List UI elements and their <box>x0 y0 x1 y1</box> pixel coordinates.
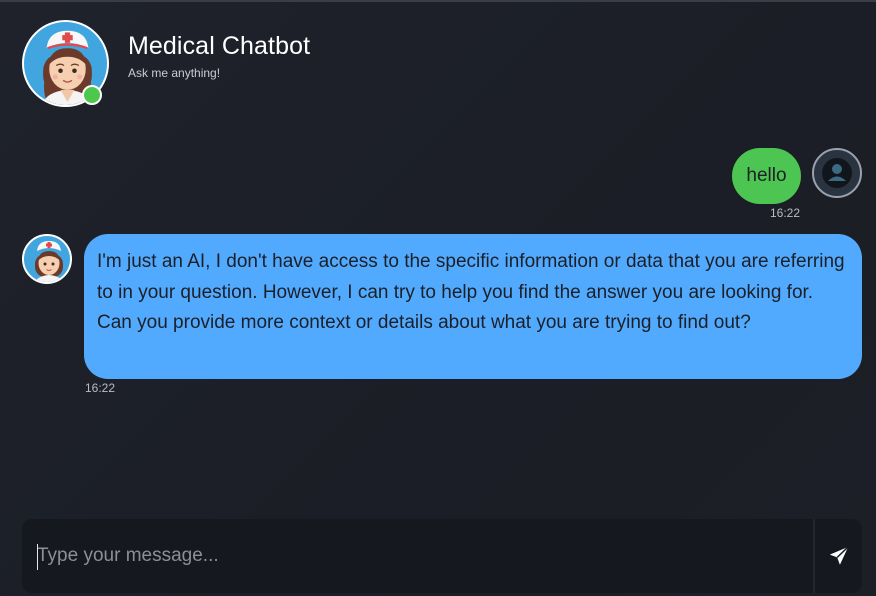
user-message-time: 16:22 <box>770 206 801 220</box>
online-status-indicator <box>82 85 102 105</box>
text-caret <box>37 544 38 570</box>
send-button[interactable] <box>815 519 862 593</box>
user-avatar-icon <box>822 158 852 188</box>
nurse-avatar-icon <box>35 241 63 282</box>
user-message-bubble: hello <box>732 148 801 204</box>
message-input[interactable] <box>22 519 813 593</box>
paper-plane-icon <box>829 546 849 565</box>
user-message-text: hello <box>746 165 787 186</box>
bot-message-bubble: I'm just an AI, I don't have access to t… <box>84 234 862 379</box>
page-title: Medical Chatbot <box>128 32 311 60</box>
chat-header: Medical Chatbot Ask me anything! <box>0 2 876 122</box>
bot-message-text: I'm just an AI, I don't have access to t… <box>97 251 845 333</box>
chat-window: Medical Chatbot Ask me anything! hello 1… <box>0 0 876 596</box>
bot-message-time: 16:22 <box>85 381 116 395</box>
page-subtitle: Ask me anything! <box>128 66 221 80</box>
bot-message-avatar <box>22 234 72 284</box>
message-composer <box>22 519 862 593</box>
user-avatar <box>812 148 862 198</box>
